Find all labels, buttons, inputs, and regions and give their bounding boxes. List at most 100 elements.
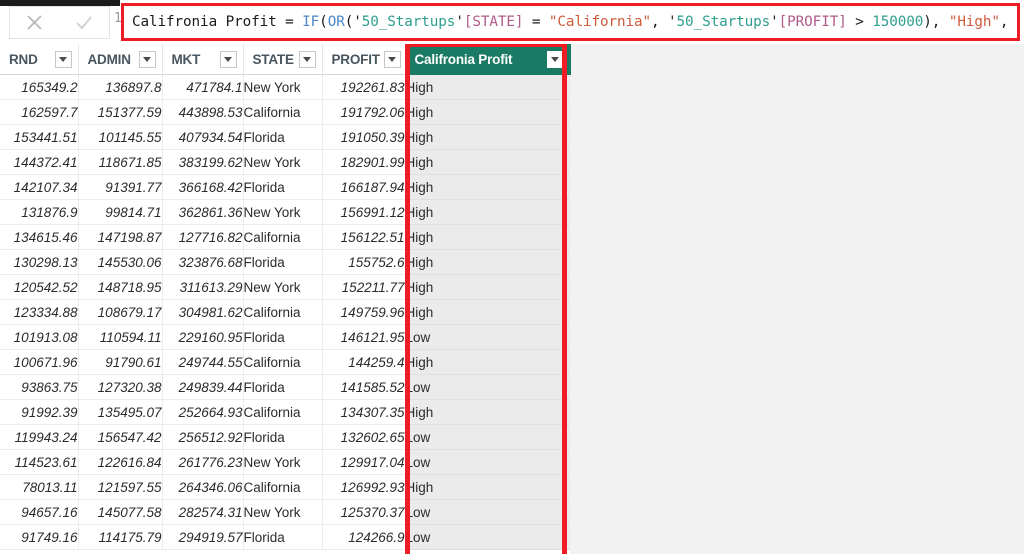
cell-admin[interactable]: 147198.87 [78, 224, 163, 250]
cell-califronia-profit[interactable]: High [405, 149, 570, 175]
cell-admin[interactable]: 99814.71 [78, 199, 163, 225]
cell-califronia-profit[interactable]: High [405, 474, 570, 500]
cell-rnd[interactable]: 120542.52 [0, 274, 79, 300]
cell-profit[interactable]: 155752.6 [322, 249, 406, 275]
filter-dropdown-icon[interactable] [383, 50, 401, 68]
cell-califronia-profit[interactable]: High [405, 99, 570, 125]
cell-admin[interactable]: 127320.38 [78, 374, 163, 400]
cell-rnd[interactable]: 114523.61 [0, 449, 79, 475]
cell-state[interactable]: New York [243, 274, 323, 300]
cell-mkt[interactable]: 323876.68 [162, 249, 244, 275]
cell-mkt[interactable]: 261776.23 [162, 449, 244, 475]
cell-admin[interactable]: 91391.77 [78, 174, 163, 200]
cell-admin[interactable]: 136897.8 [78, 74, 163, 100]
cell-profit[interactable]: 124266.9 [322, 524, 406, 550]
cell-state[interactable]: Florida [243, 174, 323, 200]
cell-mkt[interactable]: 252664.93 [162, 399, 244, 425]
cell-admin[interactable]: 108679.17 [78, 299, 163, 325]
cell-admin[interactable]: 110594.11 [78, 324, 163, 350]
cell-state[interactable]: Florida [243, 374, 323, 400]
cell-state[interactable]: California [243, 349, 323, 375]
table-row[interactable]: 153441.51 101145.55 407934.54 Florida 191050… [0, 124, 570, 150]
cell-state[interactable]: Florida [243, 524, 323, 550]
cell-califronia-profit[interactable]: High [405, 249, 570, 275]
cell-mkt[interactable]: 294919.57 [162, 524, 244, 550]
cell-admin[interactable]: 135495.07 [78, 399, 163, 425]
cell-rnd[interactable]: 78013.11 [0, 474, 79, 500]
filter-dropdown-icon[interactable] [298, 50, 316, 68]
cell-profit[interactable]: 126992.93 [322, 474, 406, 500]
cell-state[interactable]: New York [243, 74, 323, 100]
cell-state[interactable]: Florida [243, 324, 323, 350]
cell-mkt[interactable]: 471784.1 [162, 74, 244, 100]
cell-admin[interactable]: 145530.06 [78, 249, 163, 275]
cell-califronia-profit[interactable]: High [405, 174, 570, 200]
cell-state[interactable]: New York [243, 499, 323, 525]
cell-mkt[interactable]: 249744.55 [162, 349, 244, 375]
cell-profit[interactable]: 144259.4 [322, 349, 406, 375]
filter-dropdown-icon[interactable] [138, 50, 156, 68]
cell-state[interactable]: California [243, 224, 323, 250]
cell-califronia-profit[interactable]: High [405, 299, 570, 325]
table-row[interactable]: 144372.41 118671.85 383199.62 New York 18290… [0, 149, 570, 175]
cell-mkt[interactable]: 304981.62 [162, 299, 244, 325]
cell-mkt[interactable]: 366168.42 [162, 174, 244, 200]
cell-state[interactable]: Florida [243, 424, 323, 450]
table-row[interactable]: 131876.9 99814.71 362861.36 New York 156991.… [0, 199, 570, 225]
table-row[interactable]: 162597.7 151377.59 443898.53 California 1917… [0, 99, 570, 125]
filter-dropdown-icon[interactable] [54, 50, 72, 68]
cell-rnd[interactable]: 123334.88 [0, 299, 79, 325]
cell-state[interactable]: Florida [243, 124, 323, 150]
cell-rnd[interactable]: 91992.39 [0, 399, 79, 425]
cell-califronia-profit[interactable]: High [405, 399, 570, 425]
table-row[interactable]: 142107.34 91391.77 366168.42 Florida 166187.… [0, 174, 570, 200]
cell-admin[interactable]: 91790.61 [78, 349, 163, 375]
cell-profit[interactable]: 132602.65 [322, 424, 406, 450]
table-row[interactable]: 94657.16 145077.58 282574.31 New York 125370… [0, 499, 570, 525]
cell-califronia-profit[interactable]: High [405, 74, 570, 100]
cell-mkt[interactable]: 264346.06 [162, 474, 244, 500]
cell-califronia-profit[interactable]: Low [405, 424, 570, 450]
cell-califronia-profit[interactable]: High [405, 349, 570, 375]
cell-state[interactable]: Florida [243, 249, 323, 275]
filter-dropdown-icon[interactable] [546, 50, 564, 68]
column-header-rnd[interactable]: RND [0, 44, 79, 75]
cell-rnd[interactable]: 144372.41 [0, 149, 79, 175]
cell-state[interactable]: California [243, 399, 323, 425]
cell-state[interactable]: California [243, 299, 323, 325]
column-header-admin[interactable]: ADMIN [78, 44, 163, 75]
table-row[interactable]: 123334.88 108679.17 304981.62 California 149… [0, 299, 570, 325]
cell-admin[interactable]: 118671.85 [78, 149, 163, 175]
cell-profit[interactable]: 146121.95 [322, 324, 406, 350]
cell-admin[interactable]: 145077.58 [78, 499, 163, 525]
cell-rnd[interactable]: 100671.96 [0, 349, 79, 375]
cell-rnd[interactable]: 165349.2 [0, 74, 79, 100]
cell-mkt[interactable]: 362861.36 [162, 199, 244, 225]
cell-mkt[interactable]: 407934.54 [162, 124, 244, 150]
cell-mkt[interactable]: 282574.31 [162, 499, 244, 525]
cell-rnd[interactable]: 142107.34 [0, 174, 79, 200]
filter-dropdown-icon[interactable] [219, 50, 237, 68]
table-row[interactable]: 100671.96 91790.61 249744.55 California 1442… [0, 349, 570, 375]
cell-profit[interactable]: 125370.37 [322, 499, 406, 525]
table-row[interactable]: 120542.52 148718.95 311613.29 New York 15221… [0, 274, 570, 300]
cell-state[interactable]: California [243, 474, 323, 500]
column-header-mkt[interactable]: MKT [162, 44, 244, 75]
cell-rnd[interactable]: 91749.16 [0, 524, 79, 550]
cell-admin[interactable]: 156547.42 [78, 424, 163, 450]
cell-state[interactable]: New York [243, 199, 323, 225]
cell-profit[interactable]: 191050.39 [322, 124, 406, 150]
cell-califronia-profit[interactable]: High [405, 124, 570, 150]
cell-rnd[interactable]: 93863.75 [0, 374, 79, 400]
column-header-profit[interactable]: PROFIT [322, 44, 406, 75]
table-row[interactable]: 91992.39 135495.07 252664.93 California 1343… [0, 399, 570, 425]
cell-profit[interactable]: 134307.35 [322, 399, 406, 425]
table-row[interactable]: 101913.08 110594.11 229160.95 Florida 146121… [0, 324, 570, 350]
cell-mkt[interactable]: 443898.53 [162, 99, 244, 125]
cell-rnd[interactable]: 101913.08 [0, 324, 79, 350]
cell-admin[interactable]: 151377.59 [78, 99, 163, 125]
cell-mkt[interactable]: 229160.95 [162, 324, 244, 350]
cell-rnd[interactable]: 134615.46 [0, 224, 79, 250]
table-row[interactable]: 91749.16 114175.79 294919.57 Florida 124266.… [0, 524, 570, 550]
cell-admin[interactable]: 101145.55 [78, 124, 163, 150]
